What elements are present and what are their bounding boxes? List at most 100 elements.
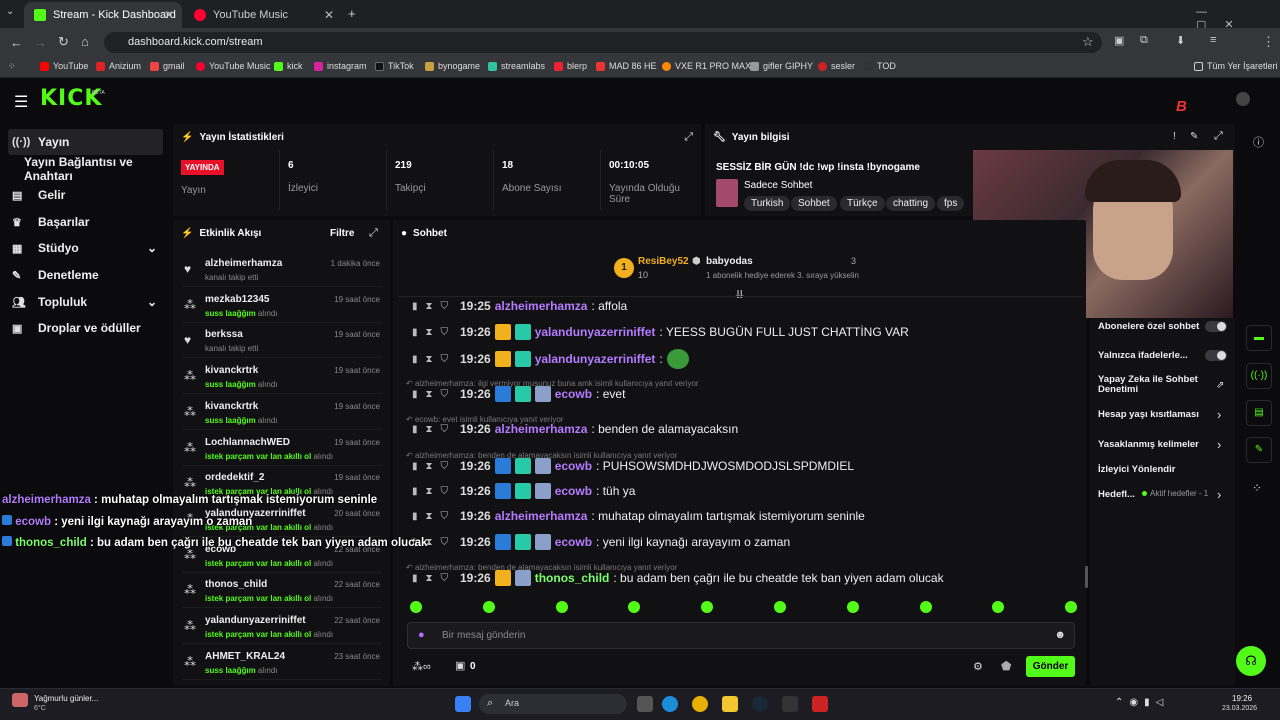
menu-icon[interactable]: ⋮ <box>1262 34 1275 50</box>
more-icon[interactable]: ⁘ <box>1252 481 1262 495</box>
epic-games-icon[interactable] <box>782 696 798 712</box>
bookmark-youtube[interactable]: YouTube <box>40 61 88 71</box>
subscriber-only-toggle[interactable] <box>1205 321 1227 332</box>
sidebar-item-topluluk[interactable]: 👥︎ Topluluk ⌄ <box>8 289 163 315</box>
message-user[interactable]: alzheimerhamza <box>495 422 588 436</box>
tab-kick-dashboard[interactable]: Stream - Kick Dashboard ✕ <box>24 2 182 28</box>
edge-icon[interactable] <box>662 696 678 712</box>
sidebar-item-studyo[interactable]: ▦ Stüdyo ⌄ <box>8 235 163 261</box>
bookmark-anizium[interactable]: Anizium <box>96 61 141 71</box>
weather-icon[interactable] <box>12 693 28 707</box>
forward-icon[interactable]: → <box>34 35 47 50</box>
message-tools[interactable]: ▮ ⧗ ⛉ <box>412 511 456 522</box>
puzzle-icon[interactable]: ⧉ <box>1140 34 1148 47</box>
user-avatar[interactable] <box>1236 92 1250 106</box>
chat-settings-icon[interactable]: ⚙ <box>973 660 983 673</box>
setting-viewer-redirect[interactable]: İzleyici Yönlendir <box>1098 464 1175 475</box>
tab-youtube-music[interactable]: YouTube Music ✕ <box>184 2 342 28</box>
message-tools[interactable]: ▮ ⧗ ⛉ <box>412 573 456 584</box>
bookmark-star-icon[interactable]: ☆ <box>1082 34 1094 50</box>
chat-message[interactable]: ▮ ⧗ ⛉ 19:26 ecowb: yeni ilgi kaynağı arayayı… <box>412 534 790 550</box>
message-tools[interactable]: ▮ ⧗ ⛉ <box>412 354 456 365</box>
sidebar-item-basarilar[interactable]: ♛ Başarılar <box>8 209 163 235</box>
bookmark-tiktok[interactable]: TikTok <box>375 61 414 71</box>
sidebar-item-gelir[interactable]: ▤ Gelir <box>8 182 163 208</box>
top-gifter-name[interactable]: ResiBey52 <box>638 256 689 267</box>
expand-icon[interactable]: ⤢ <box>684 131 693 144</box>
activity-item[interactable]: ⁂ LochlannachWED istek parçam var lan akıl… <box>182 432 382 466</box>
chat-rail-icon[interactable]: ▬ <box>1246 325 1272 351</box>
bookmark-sesler[interactable]: sesler <box>818 61 855 71</box>
clock-time[interactable]: 19:26 <box>1232 694 1252 703</box>
message-tools[interactable]: ▮ ⧗ ⛉ <box>412 461 456 472</box>
task-view-icon[interactable] <box>637 696 653 712</box>
emote-icon[interactable] <box>555 601 568 613</box>
emote-icon[interactable] <box>919 601 932 613</box>
url-field[interactable]: dashboard.kick.com/stream <box>104 32 1102 53</box>
setting-ai-moderation[interactable]: Yapay Zeka ile Sohbet Denetimi <box>1098 375 1208 395</box>
activity-item[interactable]: ⁂ AHMET_KRAL24 suss laağğım alındı 23 saat … <box>182 646 382 680</box>
activity-item[interactable]: ⁂ thonos_child istek parçam var lan akıllı… <box>182 574 382 609</box>
sidebar-item-droplar[interactable]: ▣ Droplar ve ödüller <box>8 315 163 341</box>
bookmark-giphy[interactable]: gifler GIPHY <box>750 61 813 71</box>
bookmark-gmail[interactable]: gmail <box>150 61 185 71</box>
pin-icon[interactable]: ! <box>1173 131 1176 142</box>
all-bookmarks[interactable]: Tüm Yer İşaretleri <box>1194 61 1278 71</box>
send-button[interactable]: Gönder <box>1026 656 1075 677</box>
chat-message[interactable]: ▮ ⧗ ⛉ 19:26 thonos_child: bu adam ben çağrı … <box>412 570 944 586</box>
bookmark-vxe[interactable]: VXE R1 PRO MAX <box>662 61 751 71</box>
bookmark-tod[interactable]: TOD <box>864 61 896 71</box>
setting-account-age[interactable]: Hesap yaşı kısıtlaması <box>1098 409 1199 420</box>
taskbar-search[interactable]: ⌕ Ara <box>479 694 627 714</box>
bookmark-mad86[interactable]: MAD 86 HE <box>596 61 657 71</box>
emote-icon[interactable] <box>410 601 422 613</box>
edit-icon[interactable]: ✎ <box>1190 131 1198 142</box>
chat-message[interactable]: ▮ ⧗ ⛉ 19:26 alzheimerhamza: muhatap olmayalı… <box>412 509 865 523</box>
chat-message[interactable]: ▮ ⧗ ⛉ 19:26 ecowb: evet <box>412 386 625 402</box>
emote-icon[interactable] <box>774 601 786 613</box>
emoji-icon[interactable]: ☻ <box>1054 629 1066 641</box>
clip-rail-icon[interactable]: ▤ <box>1246 400 1272 426</box>
sidebar-item-yayin[interactable]: ((·)) Yayın <box>8 129 163 155</box>
message-tools[interactable]: ▮ ⧗ ⛉ <box>412 486 456 497</box>
sidebar-item-denetleme[interactable]: ✎ Denetleme <box>8 262 163 288</box>
chevron-right-icon[interactable]: › <box>1217 437 1221 452</box>
message-user[interactable]: yalandunyazerriniffet <box>535 325 656 339</box>
close-tab-icon[interactable]: ✕ <box>324 8 334 22</box>
media-icon[interactable]: ≡ <box>1210 34 1216 46</box>
bookmark-instagram[interactable]: instagram <box>314 61 367 71</box>
chat-message[interactable]: ▮ ⧗ ⛉ 19:26 ecowb: PUHSOWSMDHDJWOSMDODJSLSPD… <box>412 458 854 474</box>
sidebar-item-stream-key[interactable]: Yayın Bağlantısı ve Anahtarı <box>8 155 163 183</box>
broadcast-rail-icon[interactable]: ((·)) <box>1246 363 1272 389</box>
emote-only-toggle[interactable] <box>1205 350 1227 361</box>
home-icon[interactable]: ⌂ <box>81 34 89 49</box>
setting-banned-words[interactable]: Yasaklanmış kelimeler <box>1098 439 1199 450</box>
system-tray-icons[interactable]: ⌃◉▮◁ <box>1115 697 1169 708</box>
emote-icon[interactable] <box>846 601 859 613</box>
mod-rail-icon[interactable]: ✎ <box>1246 437 1272 463</box>
message-tools[interactable]: ▮ ⧗ ⛉ <box>412 389 456 400</box>
message-user[interactable]: yalandunyazerriniffet <box>535 352 656 366</box>
close-tab-icon[interactable]: ✕ <box>164 8 174 22</box>
weather-text[interactable]: Yağmurlu günler... <box>34 694 98 703</box>
extension-icon[interactable]: ▣ <box>1114 34 1124 47</box>
external-link-icon[interactable]: ⇗ <box>1216 380 1224 391</box>
chat-message[interactable]: ▮ ⧗ ⛉ 19:25 alzheimerhamza: affola <box>412 299 627 313</box>
apps-icon[interactable]: ⁘ <box>8 61 16 72</box>
message-user[interactable]: ecowb <box>555 535 592 549</box>
message-tools[interactable]: ▮ ⧗ ⛉ <box>412 301 456 312</box>
message-user[interactable]: ecowb <box>555 459 592 473</box>
bookmark-blerp[interactable]: blerp <box>554 61 587 71</box>
activity-item[interactable]: ♥ berkssa kanalı takip etti 19 saat önce <box>182 324 382 359</box>
expand-icon[interactable]: ⤢ <box>369 227 378 240</box>
clock-date[interactable]: 23.03.2026 <box>1222 705 1257 712</box>
chat-input[interactable]: ● Bir mesaj gönderin ☻ <box>407 622 1075 649</box>
collapse-pinned-icon[interactable]: ⇊ <box>735 288 744 301</box>
chat-message[interactable]: ▮ ⧗ ⛉ 19:26 ecowb: tüh ya <box>412 483 635 499</box>
category-name[interactable]: Sadece Sohbet <box>744 180 812 191</box>
chat-message[interactable]: ▮ ⧗ ⛉ 19:26 yalandunyazerriniffet: <box>412 349 689 369</box>
start-icon[interactable] <box>455 696 471 712</box>
message-tools[interactable]: ▮ ⧗ ⛉ <box>412 327 456 338</box>
chevron-right-icon[interactable]: › <box>1217 487 1221 502</box>
message-user[interactable]: alzheimerhamza <box>495 299 588 313</box>
